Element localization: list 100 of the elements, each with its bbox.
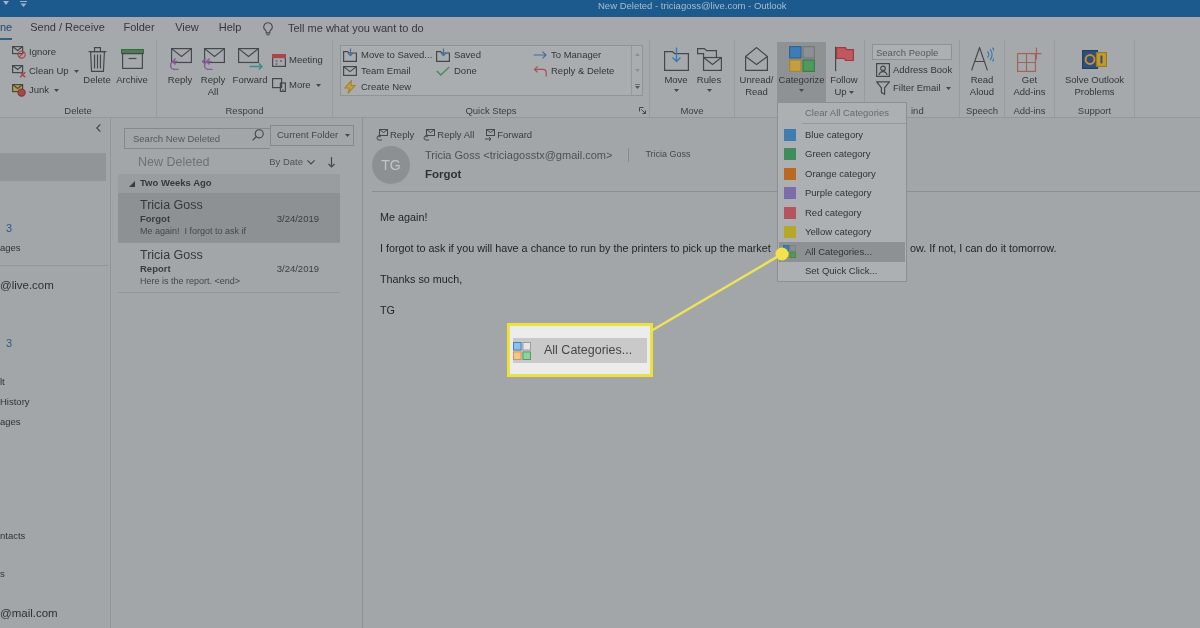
dialog-launcher-icon[interactable] — [639, 107, 646, 114]
menu-item[interactable]: All Categories... — [779, 242, 905, 262]
reply-all-button[interactable]: Reply All — [423, 128, 475, 142]
ribbon-tab[interactable]: ne — [0, 17, 12, 40]
ribbon-tab[interactable]: Send / Receive — [22, 17, 113, 40]
message-body-text: Me again! — [380, 210, 428, 224]
ribbon-group-label: Quick Steps — [465, 105, 517, 116]
envelope-stop-icon — [12, 83, 26, 97]
account-name[interactable]: @live.com — [0, 275, 54, 297]
menu-item[interactable]: Purple category — [779, 183, 905, 203]
menu-item[interactable]: Green category — [779, 144, 905, 164]
folder-arrow-icon — [663, 47, 689, 71]
callout-label: All Categories... — [544, 342, 633, 360]
message-subject: Forgot — [140, 211, 171, 226]
message-item[interactable]: Tricia Goss Report 3/24/2019 Here is the report. <end> — [118, 243, 340, 293]
clean-up-button[interactable]: Clean Up — [12, 62, 82, 80]
trash-icon — [87, 46, 107, 72]
lightbulb-icon — [263, 21, 273, 36]
scope-dropdown[interactable]: Current Folder — [270, 125, 354, 146]
expand-gallery-icon[interactable] — [634, 83, 640, 89]
archive-button[interactable]: Archive — [114, 42, 150, 102]
category-grid-icon — [513, 341, 531, 360]
contact-card-icon — [876, 63, 890, 77]
menu-item[interactable]: Set Quick Click... — [779, 261, 905, 281]
address-book-button[interactable]: Address Book — [876, 61, 953, 79]
unread-read-button[interactable]: Unread/ Read — [738, 42, 775, 102]
folder-item[interactable]: 3 — [0, 218, 13, 238]
folder-item[interactable]: s — [0, 564, 5, 584]
folder-item[interactable]: ages — [0, 238, 21, 258]
menu-item[interactable]: Red category — [779, 203, 905, 223]
ignore-button[interactable]: Ignore — [12, 43, 82, 61]
quick-step-item[interactable]: Create New — [343, 79, 412, 95]
flag-icon — [834, 46, 854, 72]
solve-problems-button[interactable]: Solve Outlook Problems — [1058, 42, 1131, 102]
ribbon-group-label: Speech — [965, 105, 999, 116]
quick-step-item[interactable]: Move to Saved... — [343, 47, 433, 63]
account-name[interactable]: @mail.com — [0, 603, 58, 625]
curved-arrow-icon — [533, 64, 547, 78]
customize-icon[interactable] — [20, 1, 27, 7]
ribbon-tab[interactable]: Help — [209, 17, 251, 40]
message-subject: Forgot — [425, 167, 462, 181]
envelope-forward-icon — [483, 129, 496, 141]
message-date: 3/24/2019 — [276, 261, 319, 276]
search-people-field[interactable]: Search People — [872, 44, 952, 60]
lightning-icon — [343, 80, 357, 94]
reply-button[interactable]: Reply — [376, 128, 415, 142]
checkmark-icon — [436, 66, 450, 76]
search-field[interactable]: Search New Deleted — [124, 128, 270, 149]
folder-item[interactable]: History — [0, 392, 30, 412]
reply-all-button[interactable]: Reply All — [197, 42, 229, 102]
read-aloud-button[interactable]: Read Aloud — [966, 42, 998, 102]
tell-me-field[interactable]: Tell me what you want to do — [288, 20, 438, 37]
message-date: 3/24/2019 — [276, 211, 319, 226]
category-grid-icon — [788, 46, 815, 72]
logo-tiles-icon — [1082, 49, 1107, 69]
get-add-ins-button[interactable]: Get Add-ins — [1009, 42, 1050, 102]
quick-step-item[interactable]: Team Email — [343, 63, 411, 79]
rules-button[interactable]: Rules — [694, 42, 724, 102]
search-icon — [252, 129, 264, 141]
message-subject: Report — [140, 261, 171, 276]
message-body-text: Thanks so much, — [380, 272, 463, 286]
forward-button[interactable]: Forward — [483, 128, 533, 142]
quick-step-item[interactable]: To Manager — [533, 47, 602, 63]
arrow-down-icon[interactable] — [328, 156, 335, 168]
caret-icon[interactable] — [3, 1, 9, 5]
ribbon-tab[interactable]: View — [165, 17, 209, 40]
more-button[interactable]: More — [272, 76, 323, 94]
delete-button[interactable]: Delete — [82, 42, 112, 102]
folder-envelope-icon — [696, 47, 722, 71]
quick-step-item[interactable]: Reply & Delete — [533, 63, 615, 79]
folder-item[interactable]: ntacts — [0, 526, 26, 546]
message-body-text: I forgot to ask if you will have a chance to run by the printers to pick up the market — [380, 241, 771, 255]
folder-item[interactable]: ages — [0, 412, 21, 432]
ribbon-group-label: Delete — [64, 105, 92, 116]
follow-up-button[interactable]: Follow Up — [828, 42, 860, 102]
junk-button[interactable]: Junk — [12, 81, 82, 99]
arrow-right-icon — [533, 51, 547, 59]
folder-item[interactable]: lt — [0, 372, 5, 392]
envelope-icon — [343, 66, 357, 76]
ribbon-group-label: Respond — [225, 105, 264, 116]
folder-item[interactable]: 3 — [0, 333, 13, 353]
grid-plus-icon — [1017, 46, 1042, 72]
meeting-button[interactable]: Meeting — [272, 51, 323, 69]
menu-item[interactable]: Blue category — [779, 125, 905, 145]
envelope-blocked-icon — [12, 45, 26, 59]
menu-item[interactable]: Orange category — [779, 164, 905, 184]
sender-name: Tricia Goss — [140, 248, 203, 263]
menu-item[interactable]: Yellow category — [779, 222, 905, 242]
filter-email-button[interactable]: Filter Email — [876, 79, 953, 97]
forward-button[interactable]: Forward — [231, 42, 269, 102]
move-button[interactable]: Move — [660, 42, 692, 102]
quick-step-item[interactable]: Done — [436, 63, 477, 79]
ribbon-tab[interactable]: Folder — [113, 17, 165, 40]
message-body-text: ow. If not, I can do it tomorrow. — [910, 241, 1057, 255]
reply-button[interactable]: Reply — [165, 42, 195, 102]
group-header[interactable]: Two Weeks Ago — [118, 174, 340, 193]
categorize-button[interactable]: Categorize — [777, 42, 826, 102]
quick-step-item[interactable]: Saved — [436, 47, 481, 63]
chevron-left-icon[interactable] — [96, 124, 101, 132]
sort-button[interactable]: By Date — [269, 154, 315, 170]
